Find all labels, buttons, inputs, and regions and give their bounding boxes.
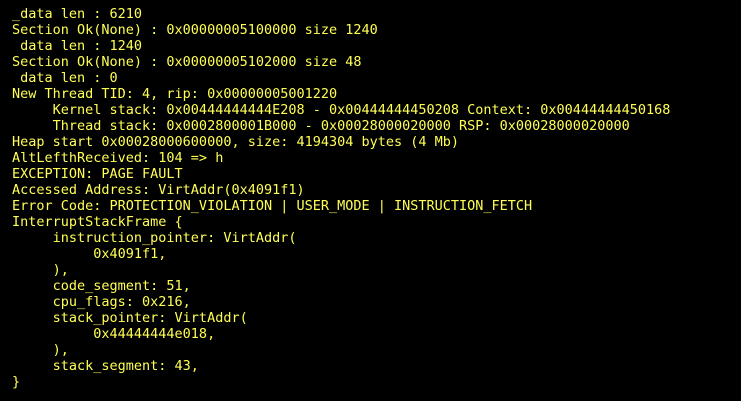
console-line-exception: EXCEPTION: PAGE FAULT <box>12 166 183 182</box>
console-line-heap-start: Heap start 0x00028000600000, size: 41943… <box>12 134 460 150</box>
console-line-stack-frame-open: InterruptStackFrame { <box>12 214 183 230</box>
console-line-instruction-pointer-close: ), <box>12 262 69 278</box>
console-line-stack-pointer-value: 0x44444444e018, <box>12 326 216 342</box>
console-line-new-thread: New Thread TID: 4, rip: 0x00000005001220 <box>12 86 338 102</box>
console-line-data-len-0: data len : 0 <box>12 70 118 86</box>
console-line-stack-segment: stack_segment: 43, <box>12 358 199 374</box>
console-line-stack-pointer-close: ), <box>12 342 69 358</box>
console-output: _data len : 6210 Section Ok(None) : 0x00… <box>12 6 670 390</box>
console-line-stack-frame-close: } <box>12 374 21 390</box>
console-line-section-2: Section Ok(None) : 0x00000005102000 size… <box>12 54 362 70</box>
console-line-code-segment: code_segment: 51, <box>12 278 191 294</box>
console-line-stack-pointer: stack_pointer: VirtAddr( <box>12 310 248 326</box>
console-screen: _data len : 6210 Section Ok(None) : 0x00… <box>0 0 741 401</box>
console-line-instruction-pointer: instruction_pointer: VirtAddr( <box>12 230 297 246</box>
console-line-instruction-pointer-value: 0x4091f1, <box>12 246 167 262</box>
console-line-accessed-address: Accessed Address: VirtAddr(0x4091f1) <box>12 182 305 198</box>
console-line-key-received: AltLefthReceived: 104 => h <box>12 150 224 166</box>
console-line-cpu-flags: cpu_flags: 0x216, <box>12 294 191 310</box>
console-line-data-len-6210: _data len : 6210 <box>12 6 143 22</box>
console-line-section-1: Section Ok(None) : 0x00000005100000 size… <box>12 22 378 38</box>
console-line-error-code: Error Code: PROTECTION_VIOLATION | USER_… <box>12 198 533 214</box>
console-line-thread-stack: Thread stack: 0x0002800001B000 - 0x00028… <box>12 118 630 134</box>
console-line-kernel-stack: Kernel stack: 0x00444444444E208 - 0x0044… <box>12 102 671 118</box>
console-line-data-len-1240: data len : 1240 <box>12 38 143 54</box>
